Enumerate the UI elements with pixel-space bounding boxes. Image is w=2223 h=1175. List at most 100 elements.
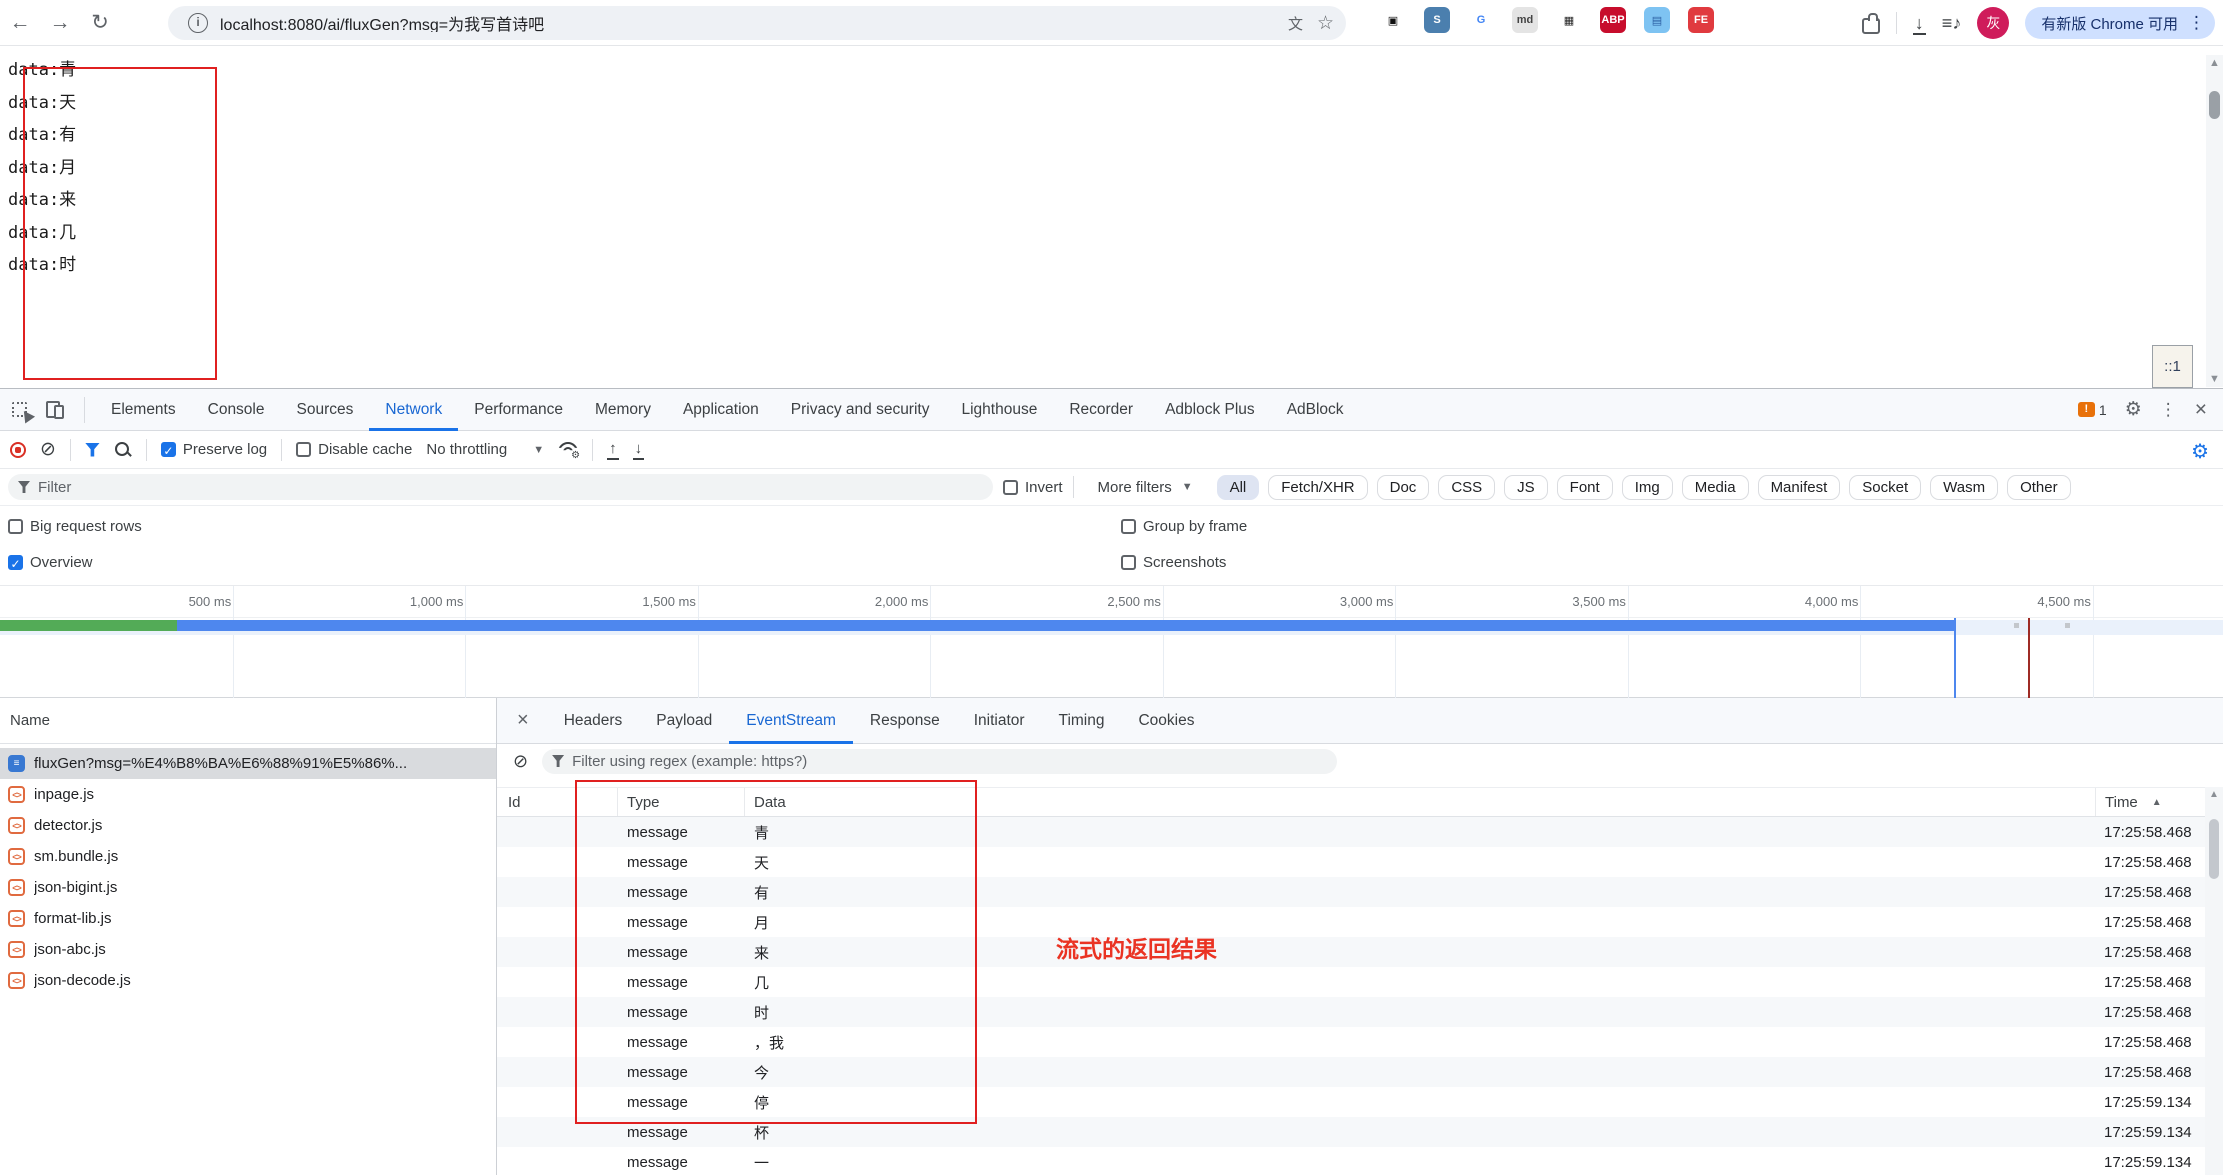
devtools-tab[interactable]: Memory [579,389,667,431]
network-filter-input-pill[interactable] [8,474,993,500]
network-overview[interactable] [0,618,2223,698]
reload-icon[interactable]: ↻ [80,10,120,35]
eventstream-row[interactable]: message 停 17:25:59.134 [497,1087,2223,1117]
extension-icon[interactable]: S [1424,7,1450,33]
eventstream-scroll-thumb[interactable] [2209,819,2219,879]
eventstream-row[interactable]: message 青 17:25:58.468 [497,817,2223,847]
column-header-id[interactable]: Id [497,788,618,816]
request-row[interactable]: <> detector.js [0,810,496,841]
issues-badge[interactable]: ! 1 [2078,402,2107,418]
column-header-data[interactable]: Data [745,788,2095,816]
inspect-element-icon[interactable] [12,399,34,421]
column-header-time[interactable]: Time ▲ [2095,788,2205,816]
more-filters-button[interactable]: More filters ▼ [1098,479,1193,496]
eventstream-filter-input[interactable] [572,753,1327,770]
big-request-rows-checkbox[interactable]: Big request rows [8,518,142,535]
request-type-chip[interactable]: Img [1622,475,1673,500]
disable-cache-checkbox[interactable]: Disable cache [296,441,412,458]
scroll-up-icon[interactable]: ▲ [2206,57,2223,69]
extensions-puzzle-icon[interactable] [1862,18,1880,34]
request-type-chip[interactable]: CSS [1438,475,1495,500]
preserve-log-checkbox[interactable]: ✓ Preserve log [161,441,267,458]
bookmark-star-icon[interactable]: ☆ [1317,12,1334,35]
omnibox[interactable]: i 文 ☆ [168,6,1346,40]
import-har-icon[interactable]: ↑ [607,440,619,460]
search-icon[interactable] [114,441,132,459]
screenshots-checkbox[interactable]: Screenshots [1121,554,1226,571]
devtools-tab[interactable]: Recorder [1053,389,1149,431]
network-conditions-icon[interactable]: ⚙ [558,442,578,458]
extension-icon[interactable]: G [1468,7,1494,33]
export-har-icon[interactable]: ↓ [633,440,645,460]
eventstream-row[interactable]: message 几 17:25:58.468 [497,967,2223,997]
translate-icon[interactable]: 文 [1288,13,1303,34]
request-type-chip[interactable]: JS [1504,475,1548,500]
request-type-chip[interactable]: Font [1557,475,1613,500]
column-header-type[interactable]: Type [618,788,745,816]
devtools-tab[interactable]: Elements [95,389,192,431]
request-type-chip[interactable]: Doc [1377,475,1430,500]
request-type-chip[interactable]: Media [1682,475,1749,500]
detail-tab[interactable]: Payload [639,698,729,744]
group-by-frame-checkbox[interactable]: Group by frame [1121,518,1247,535]
devtools-tab[interactable]: Performance [458,389,579,431]
clear-network-log-icon[interactable]: ⊘ [40,440,56,459]
detail-tab[interactable]: Response [853,698,957,744]
back-icon[interactable]: ← [0,11,40,35]
invert-filter-checkbox[interactable]: Invert [1003,479,1063,496]
page-scrollbar[interactable]: ▲ ▼ [2206,55,2223,387]
devtools-settings-icon[interactable]: ⚙ [2125,398,2142,421]
detail-tab[interactable]: Cookies [1121,698,1211,744]
checkbox-checked-icon[interactable]: ✓ [8,555,23,570]
request-type-chip[interactable]: Other [2007,475,2071,500]
request-row[interactable]: <> json-bigint.js [0,872,496,903]
overview-checkbox[interactable]: ✓ Overview [8,554,93,571]
page-scroll-thumb[interactable] [2209,91,2220,119]
extension-icon[interactable]: ▣ [1380,7,1406,33]
request-row[interactable]: <> inpage.js [0,779,496,810]
checkbox-unchecked-icon[interactable] [8,519,23,534]
devtools-tab[interactable]: Lighthouse [945,389,1053,431]
request-row[interactable]: <> format-lib.js [0,903,496,934]
browser-menu-icon[interactable]: ⋮ [2188,13,2205,33]
clear-events-icon[interactable]: ⊘ [513,752,528,770]
scroll-down-icon[interactable]: ▼ [2206,373,2223,385]
request-row[interactable]: <> json-abc.js [0,934,496,965]
devtools-close-icon[interactable]: × [2195,399,2207,420]
request-list-header[interactable]: Name [0,698,496,744]
eventstream-row[interactable]: message 有 17:25:58.468 [497,877,2223,907]
checkbox-unchecked-icon[interactable] [1121,519,1136,534]
eventstream-row[interactable]: message 一 17:25:59.134 [497,1147,2223,1175]
request-row[interactable]: <> sm.bundle.js [0,841,496,872]
eventstream-filter-pill[interactable] [542,749,1337,774]
detail-tab[interactable]: Headers [547,698,640,744]
media-playlist-icon[interactable]: ≡♪ [1942,13,1962,34]
forward-icon[interactable]: → [40,11,80,35]
checkbox-unchecked-icon[interactable] [1121,555,1136,570]
extension-icon[interactable]: FE [1688,7,1714,33]
filter-toggle-icon[interactable] [85,443,100,457]
downloads-icon[interactable]: ↓ [1913,13,1926,34]
checkbox-unchecked-icon[interactable] [1003,480,1018,495]
devtools-tab[interactable]: Sources [281,389,370,431]
checkbox-unchecked-icon[interactable] [296,442,311,457]
throttling-select[interactable]: No throttling ▼ [426,441,544,458]
request-type-chip[interactable]: Wasm [1930,475,1998,500]
extension-icon[interactable]: ▤ [1644,7,1670,33]
devtools-menu-icon[interactable]: ⋮ [2160,400,2177,420]
device-toolbar-icon[interactable] [46,399,68,421]
detail-tab[interactable]: Initiator [957,698,1042,744]
eventstream-row[interactable]: message ，我 17:25:58.468 [497,1027,2223,1057]
request-row[interactable]: <> json-decode.js [0,965,496,996]
eventstream-row[interactable]: message 今 17:25:58.468 [497,1057,2223,1087]
devtools-tab[interactable]: Adblock Plus [1149,389,1271,431]
eventstream-row[interactable]: message 天 17:25:58.468 [497,847,2223,877]
devtools-tab[interactable]: Network [369,389,458,431]
detail-close-icon[interactable]: × [497,709,547,732]
site-info-icon[interactable]: i [188,13,208,33]
network-filter-input[interactable] [38,479,983,496]
extension-icon[interactable]: ▦ [1556,7,1582,33]
devtools-tab[interactable]: AdBlock [1271,389,1360,431]
record-network-log-button[interactable] [10,442,26,458]
eventstream-row[interactable]: message 时 17:25:58.468 [497,997,2223,1027]
